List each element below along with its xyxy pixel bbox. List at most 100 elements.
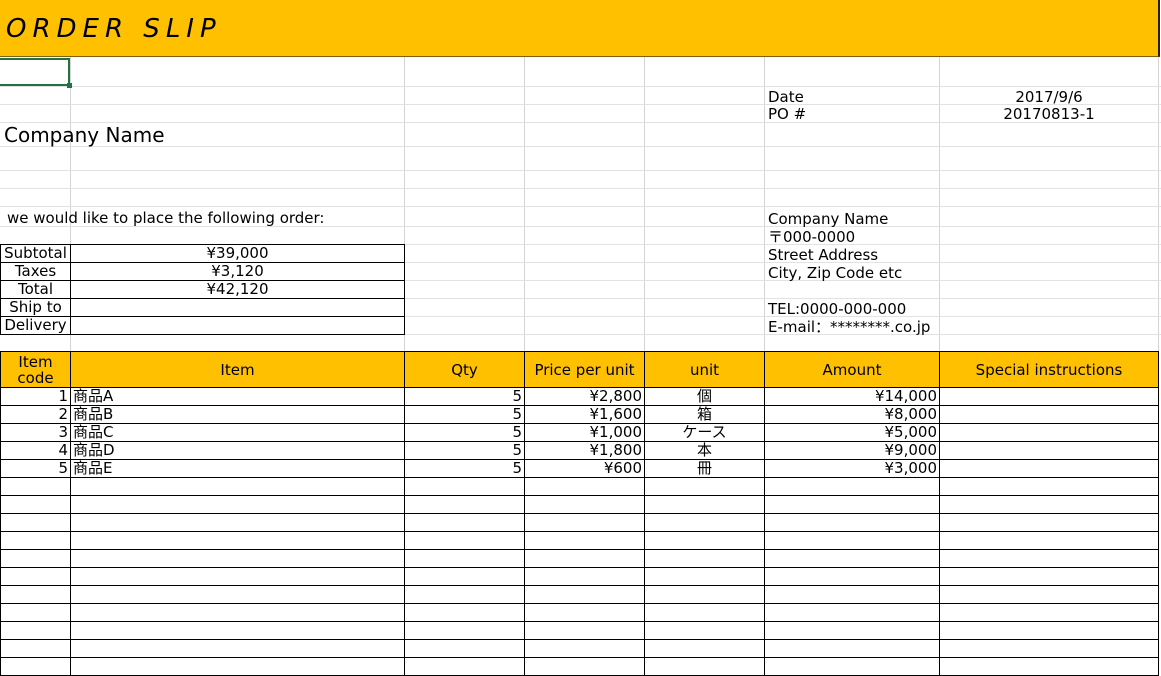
unit-cell[interactable]: 箱 xyxy=(644,405,765,424)
empty-cell[interactable] xyxy=(764,567,940,586)
empty-cell[interactable] xyxy=(524,477,645,496)
price-cell[interactable]: ¥2,800 xyxy=(524,387,645,406)
item-name-cell[interactable]: 商品C xyxy=(70,423,405,442)
empty-cell[interactable] xyxy=(939,567,1159,586)
special-instructions-cell[interactable] xyxy=(939,441,1159,460)
empty-cell[interactable] xyxy=(70,603,405,622)
empty-cell[interactable] xyxy=(764,603,940,622)
empty-cell[interactable] xyxy=(404,639,525,658)
amount-cell[interactable]: ¥3,000 xyxy=(764,459,940,478)
po-value[interactable]: 20170813-1 xyxy=(939,105,1159,123)
empty-cell[interactable] xyxy=(939,603,1159,622)
empty-cell[interactable] xyxy=(404,567,525,586)
empty-cell[interactable] xyxy=(524,639,645,658)
special-instructions-cell[interactable] xyxy=(939,459,1159,478)
empty-cell[interactable] xyxy=(524,603,645,622)
empty-cell[interactable] xyxy=(524,531,645,550)
empty-cell[interactable] xyxy=(644,603,765,622)
summary-value[interactable] xyxy=(70,298,405,317)
amount-cell[interactable]: ¥8,000 xyxy=(764,405,940,424)
empty-cell[interactable] xyxy=(70,585,405,604)
empty-cell[interactable] xyxy=(764,639,940,658)
empty-cell[interactable] xyxy=(644,513,765,532)
summary-value[interactable] xyxy=(70,316,405,335)
sender-postal[interactable]: 〒000-0000 xyxy=(768,228,855,246)
empty-cell[interactable] xyxy=(0,513,71,532)
empty-cell[interactable] xyxy=(644,495,765,514)
column-header-price[interactable]: Price per unit xyxy=(524,351,645,388)
amount-cell[interactable]: ¥14,000 xyxy=(764,387,940,406)
amount-cell[interactable]: ¥9,000 xyxy=(764,441,940,460)
empty-cell[interactable] xyxy=(764,513,940,532)
column-header-amount[interactable]: Amount xyxy=(764,351,940,388)
empty-cell[interactable] xyxy=(939,531,1159,550)
empty-cell[interactable] xyxy=(939,477,1159,496)
special-instructions-cell[interactable] xyxy=(939,405,1159,424)
item-code-cell[interactable]: 3 xyxy=(0,423,71,442)
price-cell[interactable]: ¥1,800 xyxy=(524,441,645,460)
sender-tel[interactable]: TEL:0000-000-000 xyxy=(768,300,906,318)
empty-cell[interactable] xyxy=(404,531,525,550)
empty-cell[interactable] xyxy=(644,567,765,586)
summary-value[interactable]: ¥42,120 xyxy=(70,280,405,299)
empty-cell[interactable] xyxy=(0,549,71,568)
qty-cell[interactable]: 5 xyxy=(404,423,525,442)
empty-cell[interactable] xyxy=(939,621,1159,640)
empty-cell[interactable] xyxy=(939,495,1159,514)
empty-cell[interactable] xyxy=(764,477,940,496)
item-code-cell[interactable]: 4 xyxy=(0,441,71,460)
empty-cell[interactable] xyxy=(764,621,940,640)
empty-cell[interactable] xyxy=(404,495,525,514)
column-header-special[interactable]: Special instructions xyxy=(939,351,1159,388)
sender-city[interactable]: City, Zip Code etc xyxy=(768,264,902,282)
empty-cell[interactable] xyxy=(70,531,405,550)
sender-company[interactable]: Company Name xyxy=(768,210,888,228)
empty-cell[interactable] xyxy=(764,549,940,568)
title-bar[interactable]: ORDER SLIP xyxy=(0,0,1160,57)
empty-cell[interactable] xyxy=(404,549,525,568)
empty-cell[interactable] xyxy=(404,513,525,532)
amount-cell[interactable]: ¥5,000 xyxy=(764,423,940,442)
empty-cell[interactable] xyxy=(644,549,765,568)
item-name-cell[interactable]: 商品B xyxy=(70,405,405,424)
special-instructions-cell[interactable] xyxy=(939,387,1159,406)
empty-cell[interactable] xyxy=(404,477,525,496)
empty-cell[interactable] xyxy=(644,585,765,604)
item-name-cell[interactable]: 商品A xyxy=(70,387,405,406)
sender-email[interactable]: E-mail：********.co.jp xyxy=(768,318,930,336)
qty-cell[interactable]: 5 xyxy=(404,459,525,478)
empty-cell[interactable] xyxy=(70,567,405,586)
empty-cell[interactable] xyxy=(764,531,940,550)
summary-value[interactable]: ¥39,000 xyxy=(70,244,405,263)
empty-cell[interactable] xyxy=(644,531,765,550)
empty-cell[interactable] xyxy=(0,603,71,622)
item-code-cell[interactable]: 1 xyxy=(0,387,71,406)
date-value[interactable]: 2017/9/6 xyxy=(939,88,1159,106)
empty-cell[interactable] xyxy=(939,513,1159,532)
unit-cell[interactable]: ケース xyxy=(644,423,765,442)
empty-cell[interactable] xyxy=(70,621,405,640)
empty-cell[interactable] xyxy=(0,585,71,604)
qty-cell[interactable]: 5 xyxy=(404,387,525,406)
empty-cell[interactable] xyxy=(70,513,405,532)
price-cell[interactable]: ¥600 xyxy=(524,459,645,478)
empty-cell[interactable] xyxy=(524,585,645,604)
special-instructions-cell[interactable] xyxy=(939,423,1159,442)
empty-cell[interactable] xyxy=(70,639,405,658)
empty-cell[interactable] xyxy=(644,621,765,640)
empty-cell[interactable] xyxy=(70,549,405,568)
empty-cell[interactable] xyxy=(939,639,1159,658)
item-name-cell[interactable]: 商品D xyxy=(70,441,405,460)
unit-cell[interactable]: 個 xyxy=(644,387,765,406)
empty-cell[interactable] xyxy=(524,621,645,640)
empty-cell[interactable] xyxy=(524,513,645,532)
column-header-qty[interactable]: Qty xyxy=(404,351,525,388)
empty-cell[interactable] xyxy=(70,477,405,496)
empty-cell[interactable] xyxy=(70,495,405,514)
empty-cell[interactable] xyxy=(644,477,765,496)
empty-cell[interactable] xyxy=(0,639,71,658)
empty-cell[interactable] xyxy=(524,549,645,568)
empty-cell[interactable] xyxy=(0,495,71,514)
empty-cell[interactable] xyxy=(0,477,71,496)
column-header-item-code[interactable]: Item code xyxy=(0,351,71,388)
